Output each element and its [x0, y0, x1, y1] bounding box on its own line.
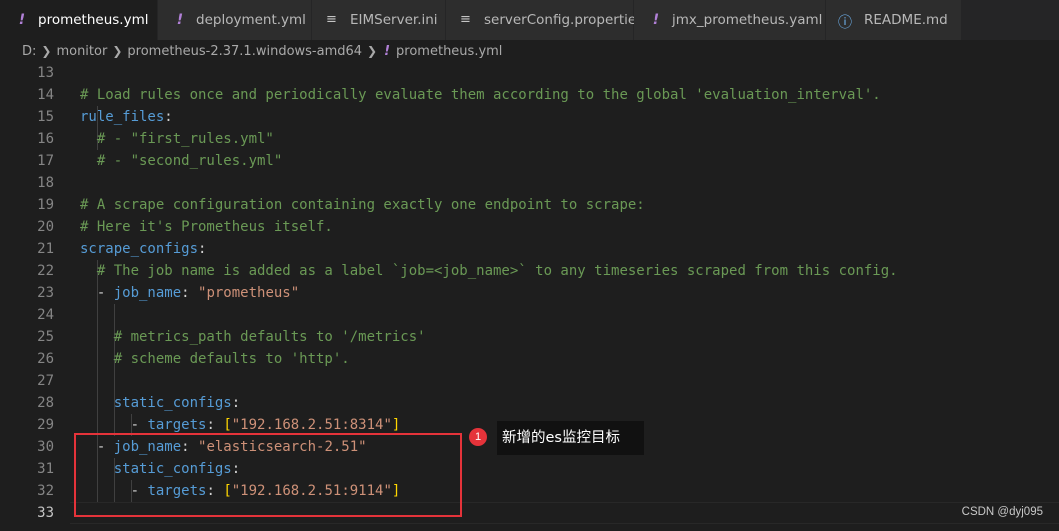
line-number: 25 — [37, 329, 54, 345]
info-icon: ⓘ — [838, 15, 852, 31]
breadcrumb-folder-monitor[interactable]: monitor — [56, 44, 107, 59]
tab-label: prometheus.yml — [38, 12, 149, 28]
breadcrumb: D: ❯ monitor ❯ prometheus-2.37.1.windows… — [0, 40, 1059, 62]
yaml-exclamation-icon: ! — [18, 12, 26, 28]
chevron-right-icon: ❯ — [367, 44, 378, 58]
string-value: "prometheus" — [198, 285, 300, 301]
code-line[interactable]: static_configs: — [80, 392, 240, 414]
punctuation: : — [181, 285, 199, 301]
comment-token: # The job name is added as a label `job=… — [80, 263, 898, 279]
yaml-key: job_name — [113, 285, 182, 301]
punctuation: - — [80, 285, 114, 301]
bracket: [ — [223, 417, 232, 433]
tab-eimserver-ini[interactable]: ≡ EIMServer.ini — [312, 0, 446, 40]
line-number: 30 — [37, 439, 54, 455]
punctuation: - — [80, 417, 148, 433]
line-number: 27 — [37, 373, 54, 389]
watermark: CSDN @dyj095 — [961, 506, 1043, 518]
tab-label: serverConfig.properties — [484, 12, 644, 28]
tab-label: README.md — [864, 12, 948, 28]
punctuation: : — [231, 395, 241, 411]
highlight-box — [74, 433, 462, 517]
tab-label: jmx_prometheus.yaml — [672, 12, 823, 28]
yaml-exclamation-icon: ! — [652, 12, 660, 28]
yaml-key: rule_files — [80, 109, 165, 125]
punctuation: : — [206, 417, 224, 433]
line-number: 31 — [37, 461, 54, 477]
line-number: 22 — [37, 263, 54, 279]
line-number: 16 — [37, 131, 54, 147]
comment-token: # metrics_path defaults to '/metrics' — [80, 329, 426, 345]
line-number: 17 — [37, 153, 54, 169]
tab-jmx-prometheus-yaml[interactable]: ! jmx_prometheus.yaml — [634, 0, 826, 40]
code-line[interactable]: # Load rules once and periodically evalu… — [80, 84, 881, 106]
line-number: 14 — [37, 87, 54, 103]
code-line[interactable]: # metrics_path defaults to '/metrics' — [80, 326, 426, 348]
code-line[interactable]: # - "second_rules.yml" — [80, 150, 282, 172]
code-line[interactable]: scrape_configs: — [80, 238, 206, 260]
yaml-key: targets — [147, 417, 207, 433]
tab-readme-md[interactable]: ⓘ README.md — [826, 0, 962, 40]
code-line[interactable]: rule_files: — [80, 106, 173, 128]
comment-token: # - "first_rules.yml" — [80, 131, 274, 147]
breadcrumb-folder-prometheus[interactable]: prometheus-2.37.1.windows-amd64 — [127, 44, 362, 59]
comment-token: # A scrape configuration containing exac… — [80, 197, 645, 213]
yaml-key: static_configs — [113, 395, 232, 411]
code-line[interactable]: # Here it's Prometheus itself. — [80, 216, 333, 238]
line-number: 29 — [37, 417, 54, 433]
line-number: 28 — [37, 395, 54, 411]
code-line[interactable]: # scheme defaults to 'http'. — [80, 348, 350, 370]
code-line[interactable]: # A scrape configuration containing exac… — [80, 194, 645, 216]
line-number: 18 — [37, 175, 54, 191]
tab-label: EIMServer.ini — [350, 12, 438, 28]
editor-tab-bar: ! prometheus.yml ✕ ! deployment.yml ≡ EI… — [0, 0, 1059, 40]
line-number: 33 — [37, 505, 54, 521]
lines-icon: ≡ — [460, 12, 471, 27]
tab-prometheus-yml[interactable]: ! prometheus.yml ✕ — [0, 0, 172, 40]
line-number: 32 — [37, 483, 54, 499]
punctuation: : — [164, 109, 173, 125]
line-number: 26 — [37, 351, 54, 367]
breadcrumb-drive[interactable]: D: — [22, 44, 36, 59]
annotation-note: 新增的es监控目标 — [497, 421, 644, 455]
comment-token: # scheme defaults to 'http'. — [80, 351, 350, 367]
line-number: 15 — [37, 109, 54, 125]
tab-serverconfig-properties[interactable]: ≡ serverConfig.properties — [446, 0, 643, 40]
code-line[interactable]: - job_name: "prometheus" — [80, 282, 299, 304]
punctuation: : — [198, 241, 207, 257]
breadcrumb-file[interactable]: prometheus.yml — [396, 44, 502, 59]
tab-deployment-yml[interactable]: ! deployment.yml — [158, 0, 312, 40]
code-line[interactable]: # The job name is added as a label `job=… — [80, 260, 898, 282]
annotation-badge: 1 — [469, 428, 487, 446]
line-number: 24 — [37, 307, 54, 323]
lines-icon: ≡ — [326, 12, 337, 27]
line-number: 21 — [37, 241, 54, 257]
code-line[interactable]: # - "first_rules.yml" — [80, 128, 274, 150]
comment-token: # - "second_rules.yml" — [80, 153, 283, 169]
bracket: ] — [391, 417, 401, 433]
comment-token: # Load rules once and periodically evalu… — [80, 87, 881, 103]
chevron-right-icon: ❯ — [112, 44, 123, 58]
punctuation — [80, 395, 114, 411]
yaml-exclamation-icon: ! — [176, 12, 184, 28]
line-number: 20 — [37, 219, 54, 235]
line-number: 13 — [37, 65, 54, 81]
chevron-right-icon: ❯ — [41, 44, 52, 58]
line-number: 23 — [37, 285, 54, 301]
tab-label: deployment.yml — [196, 12, 306, 28]
comment-token: # Here it's Prometheus itself. — [80, 219, 333, 235]
yaml-key: scrape_configs — [80, 241, 199, 257]
yaml-exclamation-icon: ! — [384, 43, 391, 59]
string-value: "192.168.2.51:8314" — [231, 417, 392, 433]
line-number: 19 — [37, 197, 54, 213]
